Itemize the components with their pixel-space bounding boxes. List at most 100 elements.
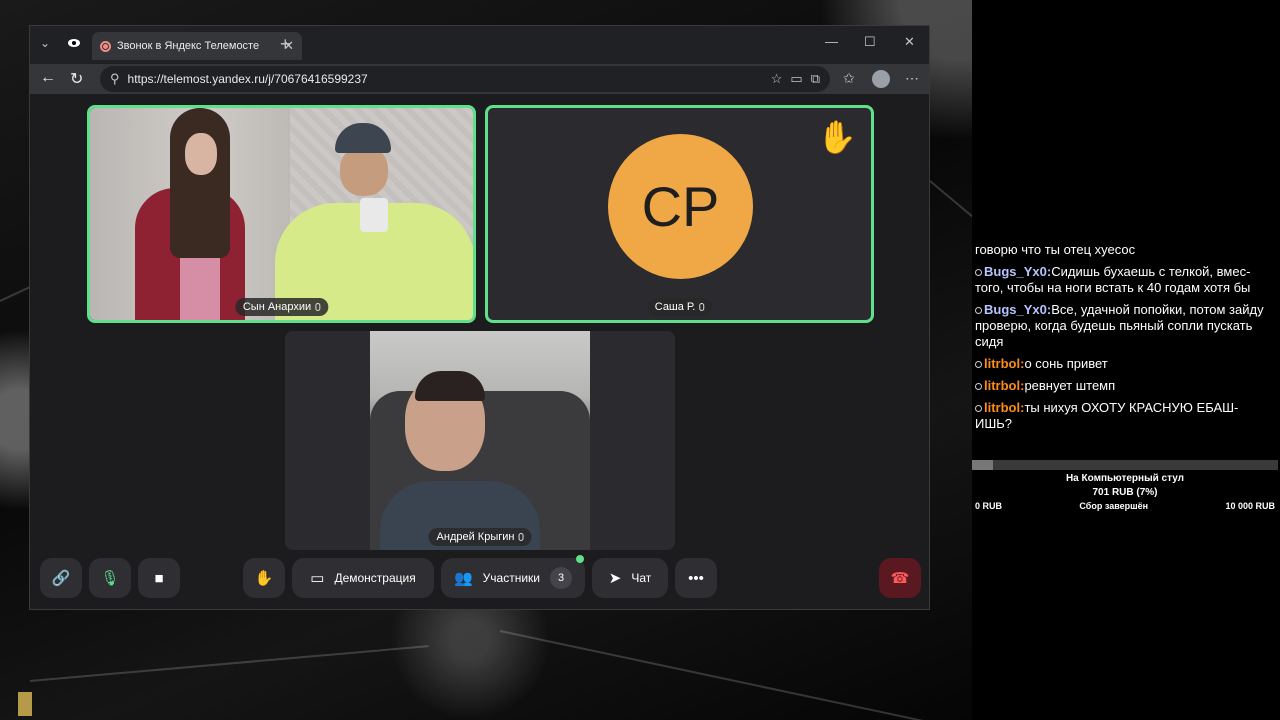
participants-button[interactable]: 👥 Участники 3 <box>441 558 585 598</box>
goal-max: 10 000 RUB <box>1225 501 1275 511</box>
tab-search-chevron-icon[interactable]: ⌄ <box>40 36 50 50</box>
recording-icon <box>100 40 111 52</box>
mic-icon <box>315 303 321 311</box>
goal-min: 0 RUB <box>975 501 1003 511</box>
badge-icon <box>975 307 982 315</box>
demonstration-button[interactable]: ▭ Демонстрация <box>292 558 434 598</box>
url-text[interactable]: https://telemost.yandex.ru/j/70676416599… <box>128 72 763 86</box>
browser-window: ⌄ Звонок в Яндекс Телемосте ✕ + — ☐ ✕ ← … <box>29 25 930 610</box>
send-icon: ➤ <box>608 570 622 587</box>
reload-button[interactable]: ↻ <box>70 69 83 89</box>
camera-button[interactable]: ■ <box>138 558 180 598</box>
favorite-star-icon[interactable]: ☆ <box>771 71 783 87</box>
site-info-icon[interactable]: ⚲ <box>110 71 120 87</box>
participant-name: Саша Р. <box>654 301 696 313</box>
participants-icon: 👥 <box>453 570 473 587</box>
raise-hand-button[interactable]: ✋ <box>243 558 285 598</box>
donation-goal: На Компьютерный стул 701 RUB (7%) 0 RUB … <box>972 460 1278 511</box>
screen-icon: ▭ <box>310 570 325 587</box>
hand-icon: ✋ <box>254 570 274 587</box>
camera-permission-icon[interactable]: ▭ <box>790 71 802 87</box>
participants-count: 3 <box>550 567 572 589</box>
participant-video <box>370 331 590 550</box>
chat-username[interactable]: Bugs_Yx0: <box>984 302 1051 317</box>
screen-share-icon[interactable]: ⧉ <box>811 71 820 87</box>
mic-icon <box>518 533 524 541</box>
end-call-button[interactable]: ☎ <box>879 558 921 598</box>
video-person <box>340 146 388 196</box>
goal-progress-bar <box>972 460 1278 470</box>
telemost-call: Сын Анархии СР ✋ Саша Р. Андрей Крыгин 🔗… <box>30 94 929 609</box>
maximize-button[interactable]: ☐ <box>864 34 876 50</box>
chat-username[interactable]: litrbol: <box>984 378 1024 393</box>
video-mug <box>360 198 388 232</box>
goal-amount: 701 RUB (7%) <box>1092 487 1158 498</box>
chat-message: litrbol:ты нихуя ОХОТУ КРАСНУЮ ЕБАШ-ИШЬ? <box>975 400 1273 432</box>
mic-icon <box>699 303 705 311</box>
chat-username[interactable]: Bugs_Yx0: <box>984 264 1051 279</box>
video-person <box>415 371 485 401</box>
chat-label: Чат <box>631 571 652 585</box>
participant-tile-3[interactable]: Андрей Крыгин <box>285 331 675 550</box>
chat-message: Bugs_Yx0:Сидишь бухаешь с телкой, вмес-т… <box>975 264 1273 296</box>
chat-username[interactable]: litrbol: <box>984 356 1024 371</box>
demonstration-label: Демонстрация <box>334 571 416 585</box>
badge-icon <box>975 405 982 413</box>
chat-message: litrbol:ревнует штемп <box>975 378 1273 394</box>
microphone-button[interactable]: 🎙 <box>89 558 131 598</box>
stream-chat: говорю что ты отец хуесос Bugs_Yx0:Сидиш… <box>973 242 1273 438</box>
video-person <box>170 108 230 258</box>
participant-tile-2[interactable]: СР ✋ Саша Р. <box>485 105 874 323</box>
light-streak <box>29 645 429 682</box>
microphone-icon: 🎙 <box>100 570 120 587</box>
eye-icon <box>68 39 80 47</box>
badge-icon <box>975 361 982 369</box>
more-menu-icon[interactable]: ⋯ <box>905 70 919 87</box>
corner-logo <box>18 692 32 716</box>
participant-video <box>90 108 473 320</box>
chat-message: litrbol:о сонь привет <box>975 356 1273 372</box>
browser-toolbar: ← ↻ ⚲ https://telemost.yandex.ru/j/70676… <box>30 64 929 94</box>
chat-text: о сонь привет <box>1024 356 1108 371</box>
participant-name-tag: Андрей Крыгин <box>428 528 532 546</box>
tab-title: Звонок в Яндекс Телемосте <box>117 40 260 52</box>
profile-avatar[interactable] <box>872 70 890 88</box>
more-icon: ••• <box>688 569 704 587</box>
goal-title: На Компьютерный стул <box>1065 473 1185 484</box>
participant-name-tag: Сын Анархии <box>234 298 329 316</box>
minimize-button[interactable]: — <box>825 34 838 49</box>
participant-name-tag: Саша Р. <box>646 298 713 316</box>
tab-telemost[interactable]: Звонок в Яндекс Телемосте ✕ <box>92 32 302 60</box>
link-icon: 🔗 <box>51 570 71 587</box>
raised-hand-icon: ✋ <box>817 119 857 155</box>
avatar-initials: СР <box>608 134 753 279</box>
tab-bar: ⌄ Звонок в Яндекс Телемосте ✕ + — ☐ ✕ <box>30 26 929 64</box>
participant-name: Сын Анархии <box>242 301 312 313</box>
address-bar[interactable]: ⚲ https://telemost.yandex.ru/j/706764165… <box>100 66 830 92</box>
video-person <box>185 133 217 175</box>
copy-link-button[interactable]: 🔗 <box>40 558 82 598</box>
chat-message: Bugs_Yx0:Все, удачной попойки, потом зай… <box>975 302 1273 350</box>
badge-icon <box>975 383 982 391</box>
more-button[interactable]: ••• <box>675 558 717 598</box>
chat-text: ревнует штемп <box>1024 378 1116 393</box>
chat-message: говорю что ты отец хуесос <box>975 242 1273 258</box>
chat-button[interactable]: ➤ Чат <box>592 558 668 598</box>
notification-dot <box>576 555 584 563</box>
back-button[interactable]: ← <box>40 69 56 87</box>
light-streak <box>499 630 941 720</box>
light-streak <box>929 180 972 221</box>
favorites-icon[interactable]: ✩ <box>843 70 855 87</box>
goal-status: Сбор завершён <box>1079 501 1149 511</box>
goal-range: 0 RUB Сбор завершён 10 000 RUB <box>972 501 1278 511</box>
new-tab-button[interactable]: + <box>280 34 291 55</box>
participant-tile-1[interactable]: Сын Анархии <box>87 105 476 323</box>
chat-username[interactable]: litrbol: <box>984 400 1024 415</box>
hang-up-icon: ☎ <box>890 570 910 587</box>
close-window-button[interactable]: ✕ <box>904 34 915 50</box>
camera-icon: ■ <box>154 569 164 587</box>
badge-icon <box>975 269 982 277</box>
participant-name: Андрей Крыгин <box>436 531 515 543</box>
chat-text: говорю что ты отец хуесос <box>975 242 1136 257</box>
goal-progress-fill <box>972 460 994 470</box>
